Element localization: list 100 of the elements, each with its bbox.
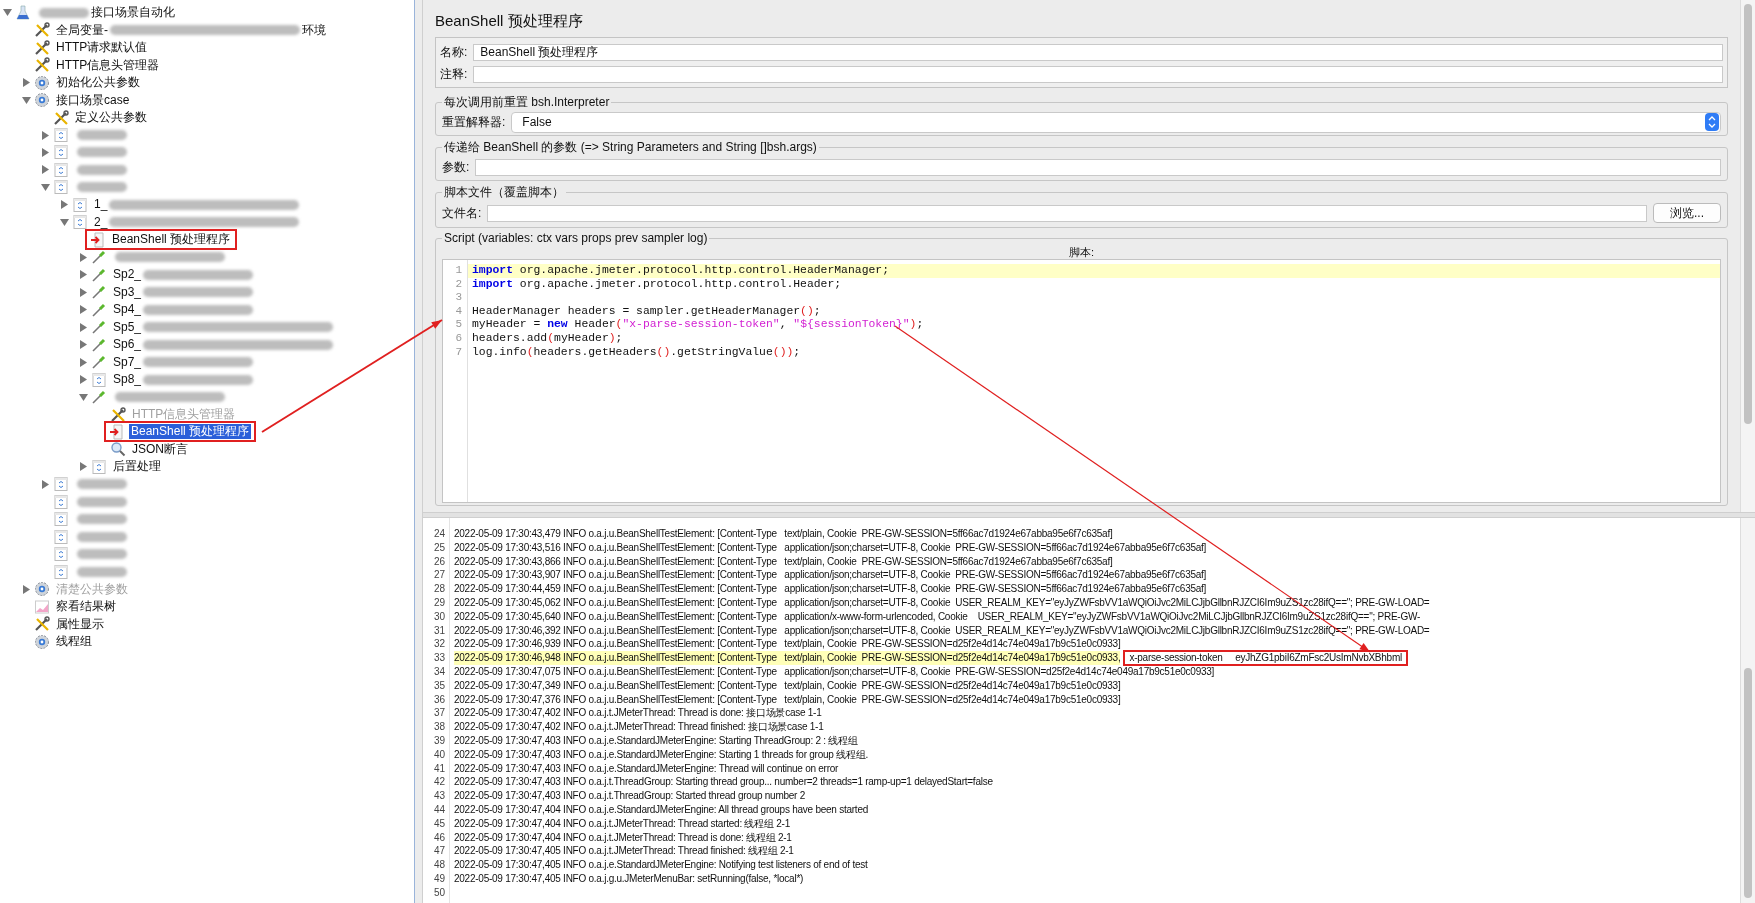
toggle-icon[interactable] bbox=[41, 182, 50, 192]
field-label: 注释: bbox=[440, 65, 468, 83]
stepper-icon bbox=[1705, 113, 1719, 131]
name-field[interactable]: BeanShell 预处理程序 bbox=[473, 43, 1723, 61]
tree-item[interactable]: 全局变量- 环境 bbox=[54, 22, 328, 38]
line-number: 27 bbox=[432, 568, 446, 583]
log-text: 2022-05-09 17:30:47,404 INFO o.a.j.e.StandardJMeterEngine: All thread groups have been started bbox=[454, 802, 868, 817]
group-title: 传递给 BeanShell 的参数 (=> String Parameters and String []bsh.args) bbox=[443, 139, 818, 156]
tree-item[interactable]: HTTP信息头管理器 bbox=[54, 57, 162, 73]
code-line: myHeader = new Header("x-parse-session-token", "${sessionToken}"); bbox=[471, 318, 925, 332]
line-number: 6 bbox=[454, 331, 463, 346]
pipette-icon bbox=[91, 389, 107, 406]
log-text: 2022-05-09 17:30:47,349 INFO o.a.j.u.BeanShellTestElement: [Content-Type text/plain, Cookie PRE-GW-SESSION=d25f2e4d14c74e049a17b9c51e0c0933] bbox=[454, 678, 1121, 693]
line-number: 25 bbox=[432, 540, 446, 555]
controller-icon bbox=[91, 458, 107, 475]
code-line: import org.apache.jmeter.protocol.http.control.Header; bbox=[471, 277, 843, 292]
log-text: 2022-05-09 17:30:47,403 INFO o.a.j.t.ThreadGroup: Starting thread group... number=2 threads=1 ramp-up=1 delayedStart=false bbox=[454, 775, 993, 790]
toggle-icon[interactable] bbox=[3, 8, 12, 18]
tree-item[interactable]: 属性显示 bbox=[54, 616, 106, 632]
log-text: 2022-05-09 17:30:43,479 INFO o.a.j.u.BeanShellTestElement: [Content-Type text/plain, Cookie PRE-GW-SESSION=5ff66ac7d1924e67abba95e6f7c635af] bbox=[454, 527, 1113, 541]
log-text: 2022-05-09 17:30:44,459 INFO o.a.j.u.BeanShellTestElement: [Content-Type application/json;charset=UTF-8, Cookie PRE-GW-SESSION=5ff66ac7d1924e67abba95e6f7c635af] bbox=[454, 582, 1207, 596]
params-field[interactable] bbox=[475, 158, 1721, 176]
tree-item[interactable]: 定义公共参数 bbox=[73, 110, 149, 126]
toggle-icon[interactable] bbox=[79, 375, 88, 385]
tree-item[interactable]: 后置处理 bbox=[111, 459, 163, 475]
file-field[interactable] bbox=[487, 204, 1647, 222]
script-label: 脚本: bbox=[1067, 245, 1096, 259]
toggle-icon[interactable] bbox=[41, 479, 50, 489]
line-number: 31 bbox=[432, 623, 446, 638]
annotated-log-text: x-parse-session-token eyJhZG1pbiI6ZmFsc2UsImNvbXBhbml bbox=[1125, 652, 1406, 665]
field-label: 名称: bbox=[440, 43, 468, 61]
magnifier-icon bbox=[110, 441, 126, 458]
line-number: 41 bbox=[432, 761, 446, 776]
line-number: 2 bbox=[454, 277, 463, 292]
controller-icon bbox=[53, 161, 69, 178]
log-text: 2022-05-09 17:30:47,403 INFO o.a.j.e.StandardJMeterEngine: Starting ThreadGroup: 2 : 线程组 bbox=[454, 733, 858, 748]
field-label: 文件名: bbox=[442, 204, 482, 222]
log-text: 2022-05-09 17:30:47,404 INFO o.a.j.t.JMeterThread: Thread started: 线程组 2-1 bbox=[454, 816, 790, 831]
log-text: 2022-05-09 17:30:47,376 INFO o.a.j.u.BeanShellTestElement: [Content-Type text/plain, Cookie PRE-GW-SESSION=d25f2e4d14c74e049a17b9c51e0c0933] bbox=[454, 692, 1121, 707]
log-text: 2022-05-09 17:30:47,402 INFO o.a.j.t.JMeterThread: Thread finished: 接口场景case 1-1 bbox=[454, 720, 824, 734]
line-number: 4 bbox=[454, 304, 463, 319]
log-text: 2022-05-09 17:30:47,075 INFO o.a.j.u.BeanShellTestElement: [Content-Type application/json;charset=UTF-8, Cookie PRE-GW-SESSION=d25f2e4d14c74e049a17b9c51e0c0933] bbox=[454, 664, 1215, 679]
controller-icon bbox=[53, 546, 69, 563]
scrollbar[interactable] bbox=[1740, 518, 1755, 903]
toggle-icon[interactable] bbox=[22, 78, 31, 88]
tree-item[interactable]: 接口场景case bbox=[54, 92, 132, 108]
reset-dropdown[interactable]: False bbox=[511, 111, 1721, 133]
line-number: 47 bbox=[432, 844, 446, 859]
panel-title: BeanShell 预处理程序 bbox=[434, 11, 584, 31]
tree-item[interactable]: 初始化公共参数 bbox=[54, 75, 142, 91]
toggle-icon[interactable] bbox=[79, 252, 88, 262]
tree-item[interactable]: JSON断言 bbox=[130, 441, 190, 457]
toggle-icon[interactable] bbox=[79, 392, 88, 402]
tree-item[interactable]: BeanShell 预处理程序 bbox=[129, 424, 252, 440]
toggle-icon[interactable] bbox=[41, 130, 50, 140]
toggle-icon[interactable] bbox=[79, 322, 88, 332]
toggle-icon[interactable] bbox=[60, 217, 69, 227]
tree-item[interactable]: HTTP请求默认值 bbox=[54, 40, 150, 56]
tree-item[interactable]: 察看结果树 bbox=[54, 599, 118, 615]
comment-field[interactable] bbox=[473, 65, 1723, 83]
gear-icon bbox=[34, 74, 50, 91]
toggle-icon[interactable] bbox=[79, 340, 88, 350]
controller-icon bbox=[53, 179, 69, 196]
browse-button[interactable]: 浏览... bbox=[1653, 203, 1721, 223]
gear-icon bbox=[34, 581, 50, 598]
tools-icon bbox=[34, 39, 50, 56]
script-arrow-icon bbox=[90, 231, 106, 248]
tools-icon bbox=[34, 57, 50, 74]
tools-icon bbox=[34, 22, 50, 39]
toggle-icon[interactable] bbox=[60, 200, 69, 210]
line-number: 29 bbox=[432, 596, 446, 610]
line-number: 30 bbox=[432, 609, 446, 624]
flask-icon bbox=[15, 4, 31, 21]
tree-item[interactable]: 接口场景自动化 bbox=[35, 5, 177, 21]
controller-icon bbox=[53, 493, 69, 510]
toggle-icon[interactable] bbox=[79, 287, 88, 297]
line-number: 39 bbox=[432, 733, 446, 748]
log-text: 2022-05-09 17:30:47,405 INFO o.a.j.g.u.JMeterMenuBar: setRunning(false, *local*) bbox=[454, 871, 804, 886]
field-label: 重置解释器: bbox=[442, 113, 506, 131]
toggle-icon[interactable] bbox=[79, 357, 88, 367]
controller-icon bbox=[91, 371, 107, 388]
toggle-icon[interactable] bbox=[22, 95, 31, 105]
code-line: log.info(headers.getHeaders().getStringValue()); bbox=[471, 345, 802, 360]
line-number: 36 bbox=[432, 692, 446, 707]
tree-item[interactable]: 线程组 bbox=[54, 634, 94, 650]
line-number: 50 bbox=[432, 885, 446, 900]
line-number: 37 bbox=[432, 706, 446, 721]
toggle-icon[interactable] bbox=[41, 165, 50, 175]
toggle-icon[interactable] bbox=[79, 270, 88, 280]
pipette-icon bbox=[91, 266, 107, 283]
toggle-icon[interactable] bbox=[79, 462, 88, 472]
tree-item[interactable]: BeanShell 预处理程序 bbox=[110, 232, 233, 248]
scrollbar[interactable] bbox=[1740, 0, 1755, 512]
toggle-icon[interactable] bbox=[79, 305, 88, 315]
tools-icon bbox=[53, 109, 69, 126]
line-number: 24 bbox=[432, 527, 446, 541]
log-text: 2022-05-09 17:30:46,948 INFO o.a.j.u.BeanShellTestElement: [Content-Type text/plain, Cookie PRE-GW-SESSION=d25f2e4d14c74e049a17b9c51e0c0933, bbox=[454, 651, 1121, 665]
toggle-icon[interactable] bbox=[41, 148, 50, 157]
log-text: 2022-05-09 17:30:47,403 INFO o.a.j.e.StandardJMeterEngine: Starting 1 threads for group 线程组. bbox=[454, 747, 868, 762]
pipette-icon bbox=[91, 319, 107, 336]
